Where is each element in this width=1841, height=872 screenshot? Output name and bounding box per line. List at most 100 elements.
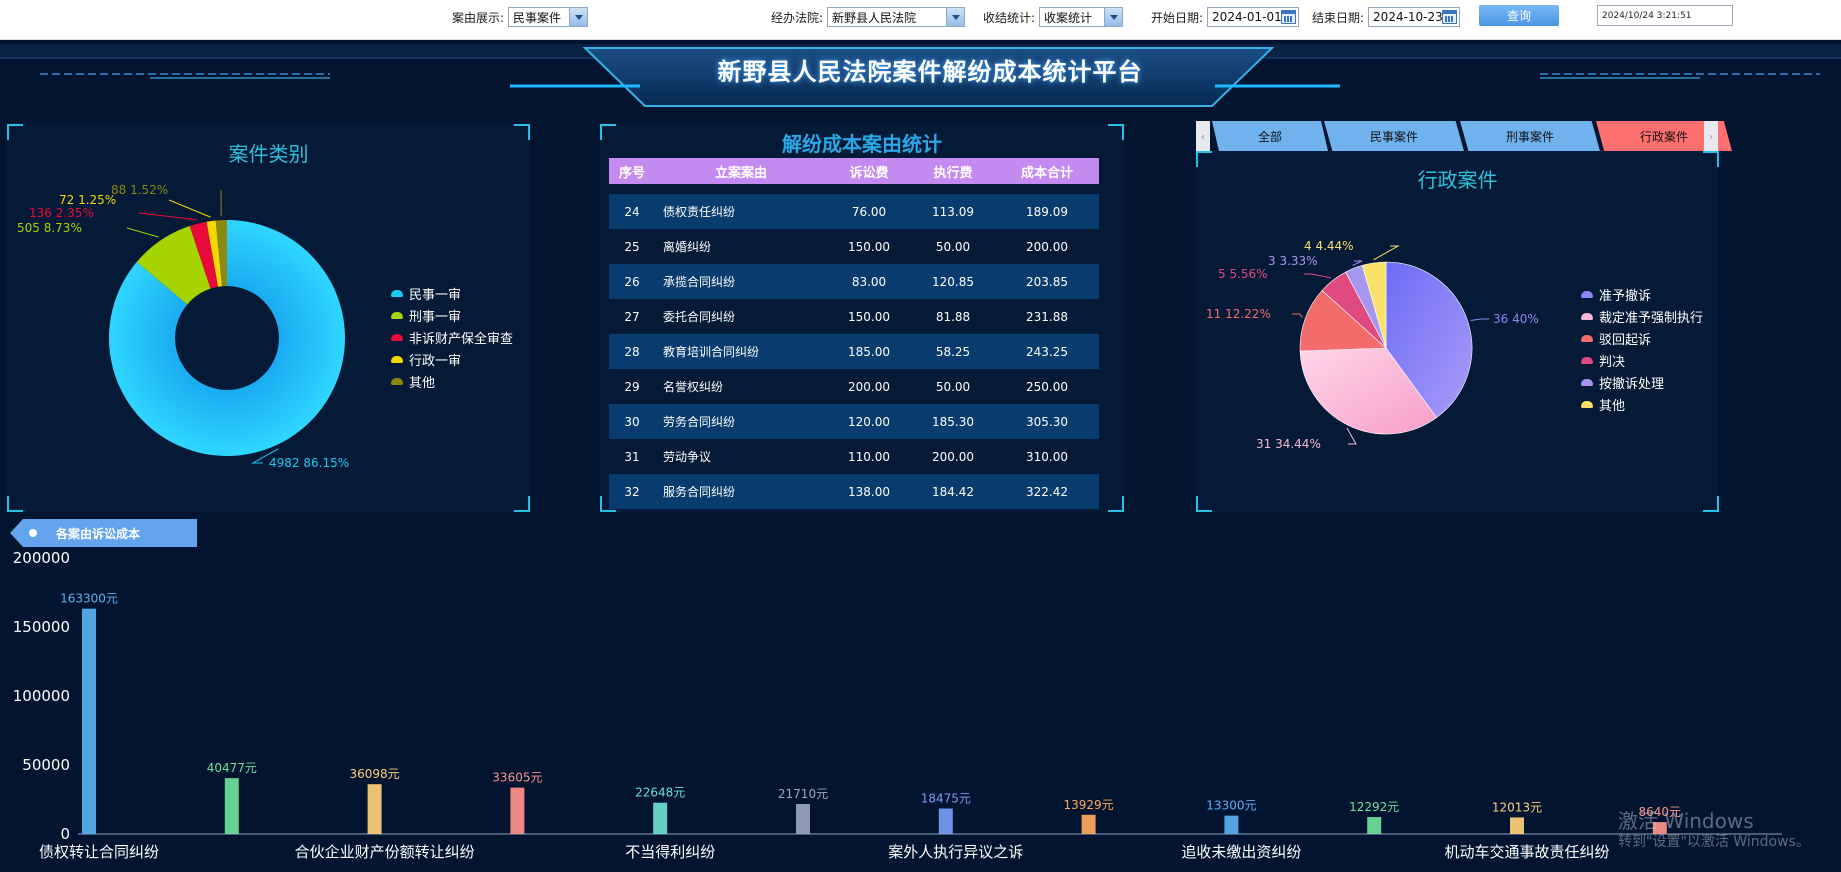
execution-fee-cell: 81.88 (911, 299, 995, 334)
index-cell: 25 (609, 229, 655, 264)
bar[interactable] (1224, 815, 1239, 834)
tab-all[interactable]: 全部 (1212, 121, 1328, 151)
table-row[interactable]: 30 劳务合同纠纷 120.00 185.30 305.30 (609, 404, 1099, 439)
legend-item[interactable]: 非诉财产保全审查 (391, 326, 513, 348)
bar[interactable] (1510, 817, 1524, 834)
end-date-input[interactable]: 2024-10-23 (1368, 7, 1461, 27)
execution-fee-cell: 113.09 (911, 194, 995, 229)
litigation-fee-cell: 120.00 (827, 404, 911, 439)
table-spacer-cell (609, 184, 1099, 194)
legend-item[interactable]: 判决 (1581, 349, 1703, 371)
case-display-filter: 案由展示: 民事案件 (452, 7, 589, 27)
cause-cell: 劳务合同纠纷 (655, 404, 827, 439)
table-row[interactable]: 24 债权责任纠纷 76.00 113.09 189.09 (609, 194, 1099, 229)
legend-item[interactable]: 刑事一审 (391, 304, 513, 326)
start-date-input[interactable]: 2024-01-01 (1207, 7, 1300, 27)
index-cell: 26 (609, 264, 655, 299)
legend-swatch-icon (1581, 378, 1593, 386)
legend-item[interactable]: 其他 (391, 370, 513, 392)
bar[interactable] (1081, 814, 1096, 834)
legend-item[interactable]: 行政一审 (391, 348, 513, 370)
start-date-value: 2024-01-01 (1212, 10, 1282, 24)
legend-item[interactable]: 准予撤诉 (1581, 283, 1703, 305)
bar[interactable] (1367, 817, 1382, 834)
cause-cell: 服务合同纠纷 (655, 474, 827, 509)
slice-leader-line (1470, 318, 1489, 321)
legend-item[interactable]: 裁定准予强制执行 (1581, 305, 1703, 327)
chevron-down-icon[interactable] (1104, 8, 1123, 26)
execution-fee-cell: 58.25 (911, 334, 995, 369)
bar[interactable] (82, 608, 96, 834)
legend-item[interactable]: 其他 (1581, 393, 1703, 415)
calendar-icon[interactable] (1281, 10, 1297, 24)
column-header-litigation-fee: 诉讼费 (827, 158, 911, 184)
legend-item[interactable]: 按撤诉处理 (1581, 371, 1703, 393)
calendar-icon[interactable] (1442, 10, 1458, 24)
total-cost-cell: 305.30 (995, 404, 1099, 439)
end-date-filter: 结束日期: 2024-10-23 (1312, 7, 1461, 27)
chevron-down-icon[interactable] (946, 8, 965, 26)
bar[interactable] (796, 804, 810, 834)
administrative-case-panel: 行政案件 36 40% 31 34.44% 11 12.22% 5 5.56% 3 3.… (1196, 151, 1719, 512)
bar[interactable] (653, 802, 668, 834)
tab-criminal[interactable]: 刑事案件 (1460, 121, 1600, 151)
slice-label: 88 1.52% (111, 183, 168, 197)
legend-label: 准予撤诉 (1599, 288, 1652, 304)
stat-select[interactable]: 收案统计 (1039, 7, 1124, 27)
index-cell: 30 (609, 404, 655, 439)
legend-label: 其他 (409, 375, 436, 391)
court-label: 经办法院: (771, 10, 824, 25)
cause-cell: 劳动争议 (655, 439, 827, 474)
legend-item[interactable]: 驳回起诉 (1581, 327, 1703, 349)
bar[interactable] (367, 784, 382, 834)
table-row[interactable]: 29 名誉权纠纷 200.00 50.00 250.00 (609, 369, 1099, 404)
case-display-select[interactable]: 民事案件 (508, 7, 589, 27)
tab-scroll-left-icon[interactable]: ‹ (1196, 121, 1210, 151)
x-category-label: 追收未缴出资纠纷 (1181, 843, 1301, 861)
table-row[interactable]: 32 服务合同纠纷 138.00 184.42 322.42 (609, 474, 1099, 509)
table-row[interactable]: 27 委托合同纠纷 150.00 81.88 231.88 (609, 299, 1099, 334)
cause-cell: 承揽合同纠纷 (655, 264, 827, 299)
table-row[interactable]: 28 教育培训合同纠纷 185.00 58.25 243.25 (609, 334, 1099, 369)
end-date-label: 结束日期: (1312, 10, 1365, 25)
execution-fee-cell: 120.85 (911, 264, 995, 299)
legend-swatch-icon (1581, 290, 1593, 298)
litigation-fee-cell: 200.00 (827, 369, 911, 404)
legend-item[interactable]: 民事一审 (391, 282, 513, 304)
cause-cell: 教育培训合同纠纷 (655, 334, 827, 369)
chevron-down-icon[interactable] (569, 8, 588, 26)
slice-label: 36 40% (1493, 312, 1539, 326)
y-tick-label: 150000 (13, 618, 70, 636)
total-cost-cell: 189.09 (995, 194, 1099, 229)
litigation-fee-cell: 185.00 (827, 334, 911, 369)
query-button[interactable]: 查询 (1479, 5, 1559, 26)
bar-value-label: 18475元 (921, 792, 971, 806)
bar[interactable] (510, 787, 525, 834)
slice-label: 72 1.25% (59, 193, 116, 207)
table-row[interactable]: 25 离婚纠纷 150.00 50.00 200.00 (609, 229, 1099, 264)
column-header-index: 序号 (609, 158, 655, 184)
legend-label: 非诉财产保全审查 (409, 331, 514, 347)
court-select[interactable]: 新野县人民法院 (827, 7, 966, 27)
slice-label: 3 3.33% (1268, 254, 1318, 268)
corner-decoration (1108, 496, 1124, 512)
table-row[interactable]: 26 承揽合同纠纷 83.00 120.85 203.85 (609, 264, 1099, 299)
table-row[interactable]: 31 劳动争议 110.00 200.00 310.00 (609, 439, 1099, 474)
bar-value-label: 163300元 (60, 592, 118, 606)
tab-civil[interactable]: 民事案件 (1324, 121, 1464, 151)
bar[interactable] (224, 778, 239, 834)
bar-value-label: 12292元 (1349, 800, 1399, 814)
y-tick-label: 100000 (13, 687, 70, 705)
legend-label: 行政一审 (409, 353, 462, 369)
legend-label: 其他 (1599, 398, 1626, 414)
x-category-label: 机动车交通事故责任纠纷 (1444, 843, 1609, 861)
legend-label: 驳回起诉 (1599, 332, 1652, 348)
bar[interactable] (938, 808, 953, 834)
tab-scroll-right-icon[interactable]: › (1704, 121, 1718, 151)
cause-cell: 债权责任纠纷 (655, 194, 827, 229)
execution-fee-cell: 185.30 (911, 404, 995, 439)
bar-value-label: 40477元 (207, 761, 257, 775)
litigation-fee-cell: 138.00 (827, 474, 911, 509)
x-category-label: 案外人执行异议之诉 (888, 843, 1023, 861)
legend-swatch-icon (1581, 312, 1593, 320)
